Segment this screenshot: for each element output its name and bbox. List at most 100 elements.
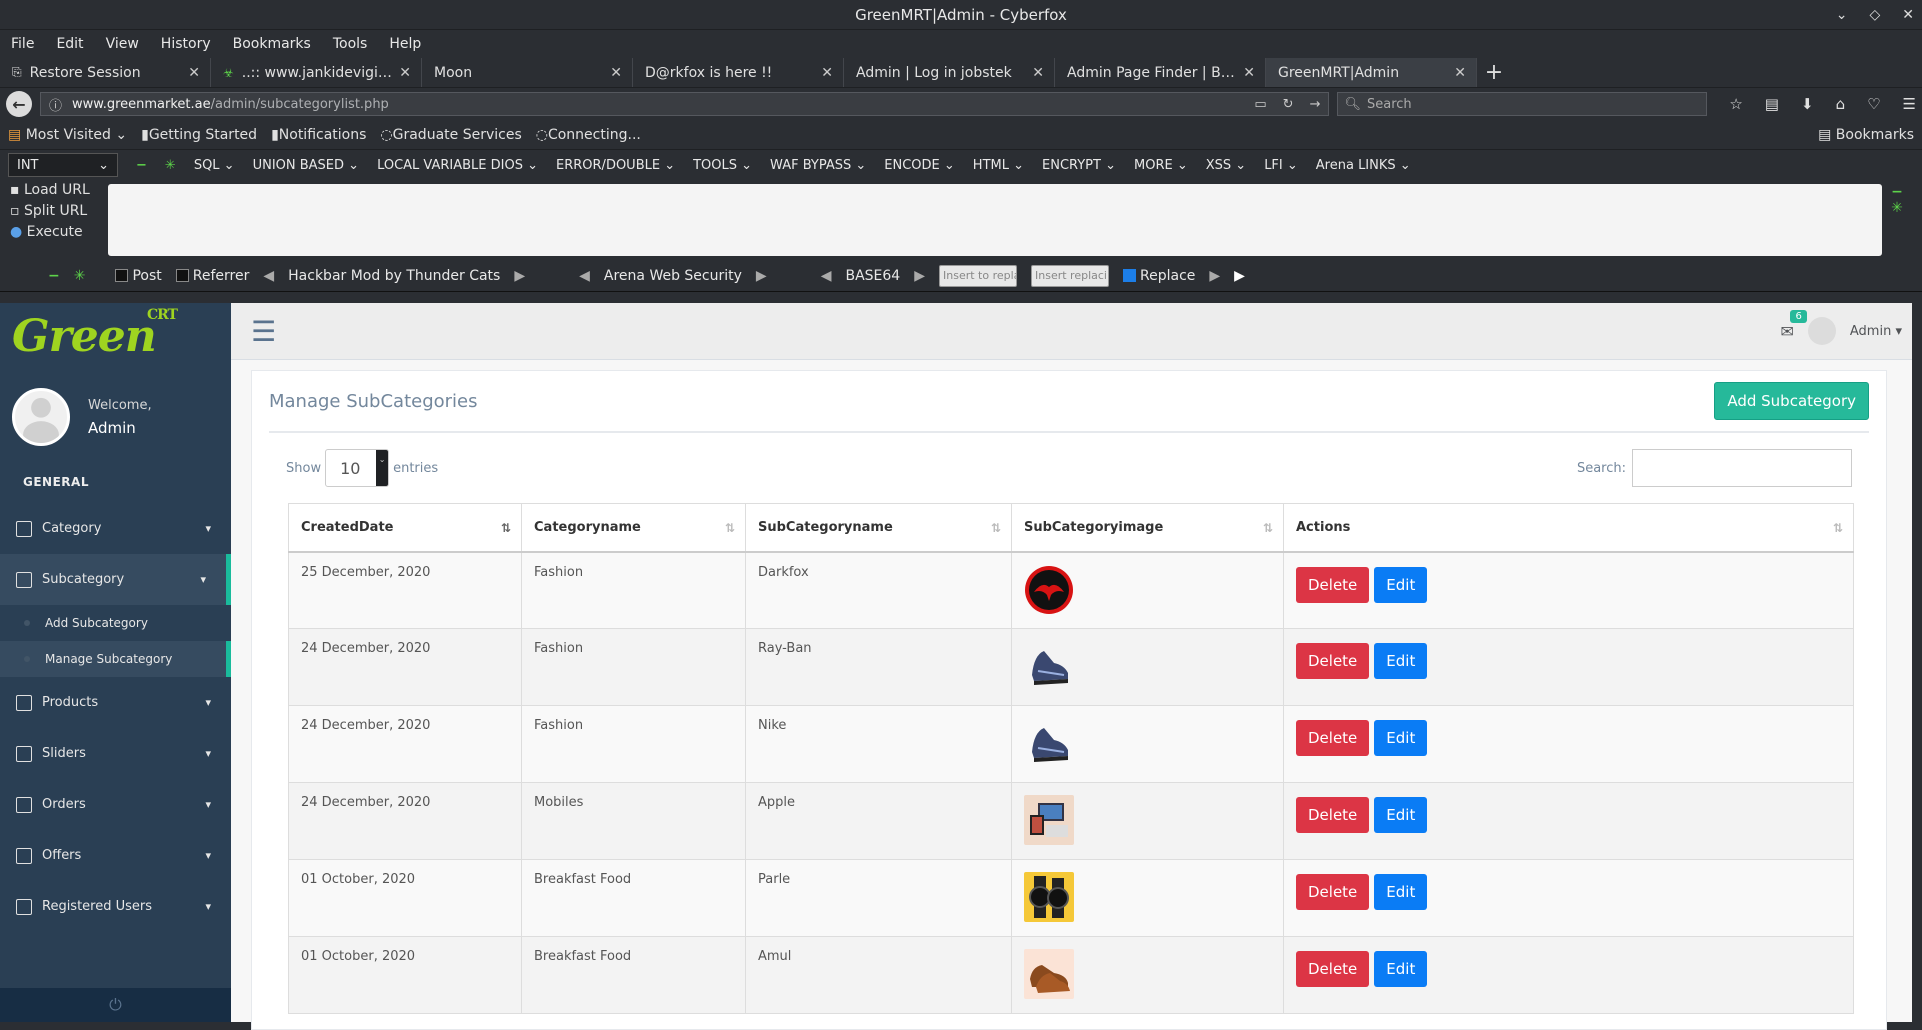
edit-button[interactable]: Edit [1374, 874, 1428, 910]
tab[interactable]: ☣..:: www.jankidevigirlsc...✕ [211, 58, 422, 87]
sidebar-subitem-add-subcategory[interactable]: Add Subcategory [0, 605, 231, 641]
url-bar[interactable]: ⓘ www.greenmarket.ae/admin/subcategoryli… [39, 92, 1330, 116]
pocket-icon[interactable]: ♡ [1867, 95, 1880, 113]
header-actions[interactable]: Actions ⇅ [1283, 503, 1854, 553]
tab[interactable]: D@rkfox is here !! ✕ [633, 58, 844, 87]
go-icon[interactable]: → [1310, 97, 1321, 112]
load-url-button[interactable]: ▪ Load URL [10, 182, 98, 198]
scrollbar[interactable] [1912, 303, 1922, 1022]
edit-button[interactable]: Edit [1374, 720, 1428, 756]
bookmarks-menu[interactable]: ▤ Bookmarks [1818, 127, 1914, 143]
menu-tools[interactable]: Tools [322, 36, 379, 52]
bookmark-connecting[interactable]: ◌Connecting... [536, 127, 641, 143]
close-tab-icon[interactable]: ✕ [610, 65, 622, 81]
sidebar-item-sliders[interactable]: Sliders ▾ [0, 728, 231, 779]
delete-button[interactable]: Delete [1296, 797, 1370, 833]
tab[interactable]: Admin Page Finder | By: S...✕ [1055, 58, 1266, 87]
user-menu[interactable]: Admin ▾ [1850, 324, 1902, 339]
menu-view[interactable]: View [95, 36, 150, 52]
hackbar-menu-error[interactable]: ERROR/DOUBLE ⌄ [556, 158, 675, 173]
sidebar-item-products[interactable]: Products ▾ [0, 677, 231, 728]
menu-bookmarks[interactable]: Bookmarks [222, 36, 322, 52]
table-search-input[interactable] [1632, 449, 1852, 487]
sidebar-item-subcategory[interactable]: Subcategory ▾ [0, 554, 231, 605]
delete-button[interactable]: Delete [1296, 643, 1370, 679]
header-categoryname[interactable]: Categoryname ⇅ [521, 503, 746, 553]
execute-button[interactable]: ● Execute [10, 224, 98, 240]
split-url-button[interactable]: ▫ Split URL [10, 203, 98, 219]
close-tab-icon[interactable]: ✕ [1032, 65, 1044, 81]
menu-edit[interactable]: Edit [45, 36, 94, 52]
hackbar-menu-tools[interactable]: TOOLS ⌄ [693, 158, 752, 173]
edit-button[interactable]: Edit [1374, 643, 1428, 679]
back-button[interactable]: ← [6, 91, 32, 117]
hackbar-menu-sql[interactable]: SQL ⌄ [194, 158, 235, 173]
increase-icon[interactable]: ✳ [74, 268, 86, 284]
delete-button[interactable]: Delete [1296, 951, 1370, 987]
close-icon[interactable]: ✕ [1902, 7, 1914, 23]
entries-select[interactable]: 10 ⌄ [325, 449, 390, 487]
replace-checkbox[interactable]: Replace [1123, 268, 1195, 284]
new-tab-button[interactable]: + [1477, 58, 1511, 87]
decrease-icon[interactable]: − [136, 158, 147, 173]
sidebar-item-offers[interactable]: Offers ▾ [0, 830, 231, 881]
star-icon[interactable]: ☆ [1729, 95, 1742, 113]
hackbar-type-select[interactable]: INT ⌄ [8, 153, 118, 177]
hackbar-url-textarea[interactable] [108, 184, 1882, 256]
hackbar-menu-xss[interactable]: XSS ⌄ [1206, 158, 1246, 173]
header-subcategoryname[interactable]: SubCategoryname ⇅ [745, 503, 1012, 553]
hackbar-menu-encrypt[interactable]: ENCRYPT ⌄ [1042, 158, 1116, 173]
base64-title[interactable]: BASE64 [845, 268, 900, 284]
delete-button[interactable]: Delete [1296, 874, 1370, 910]
hackbar-menu-dios[interactable]: LOCAL VARIABLE DIOS ⌄ [377, 158, 538, 173]
download-icon[interactable]: ⬇ [1801, 95, 1814, 113]
hackbar-menu-lfi[interactable]: LFI ⌄ [1264, 158, 1298, 173]
info-icon[interactable]: ⓘ [49, 95, 62, 114]
referrer-checkbox[interactable]: Referrer [175, 268, 249, 284]
insert-replacing-input[interactable]: Insert replacing [1031, 264, 1109, 287]
sidebar-item-category[interactable]: Category ▾ [0, 503, 231, 554]
search-bar[interactable]: 🔍︎ Search [1337, 92, 1708, 116]
close-tab-icon[interactable]: ✕ [1454, 65, 1466, 81]
collapse-icon[interactable]: − [1891, 184, 1903, 200]
bookmark-getting-started[interactable]: ▮Getting Started [141, 127, 257, 143]
sidebar-item-registered-users[interactable]: Registered Users ▾ [0, 881, 231, 932]
header-subcategoryimage[interactable]: SubCategoryimage ⇅ [1011, 503, 1284, 553]
menu-help[interactable]: Help [378, 36, 432, 52]
bookmark-most-visited[interactable]: ▤ Most Visited ⌄ [8, 127, 127, 143]
header-created-date[interactable]: CreatedDate ⇅ [288, 503, 522, 553]
post-checkbox[interactable]: Post [115, 268, 162, 284]
close-tab-icon[interactable]: ✕ [399, 65, 411, 81]
menu-file[interactable]: File [0, 36, 45, 52]
logout-button[interactable]: ⏻ [0, 988, 231, 1022]
add-subcategory-button[interactable]: Add Subcategory [1714, 382, 1869, 420]
hackbar-menu-union[interactable]: UNION BASED ⌄ [253, 158, 359, 173]
hamburger-menu-icon[interactable]: ☰ [1903, 95, 1916, 113]
edit-button[interactable]: Edit [1374, 951, 1428, 987]
minimize-icon[interactable]: ⌄ [1836, 7, 1848, 23]
menu-toggle-icon[interactable]: ☰ [251, 315, 276, 348]
reader-icon[interactable]: ▭ [1254, 97, 1266, 112]
decrease-icon[interactable]: − [48, 268, 60, 284]
sidebar-subitem-manage-subcategory[interactable]: Manage Subcategory [0, 641, 231, 677]
tab[interactable]: ⎘ Restore Session ✕ [0, 58, 211, 87]
delete-button[interactable]: Delete [1296, 566, 1370, 603]
reading-list-icon[interactable]: ▤ [1765, 95, 1779, 113]
expand-icon[interactable]: ✳ [1891, 200, 1903, 216]
messages-button[interactable]: ✉ 6 [1780, 309, 1807, 341]
edit-button[interactable]: Edit [1374, 797, 1428, 833]
tab[interactable]: Admin | Log in jobstek ✕ [844, 58, 1055, 87]
delete-button[interactable]: Delete [1296, 720, 1370, 756]
reload-icon[interactable]: ↻ [1283, 97, 1294, 112]
bookmark-notifications[interactable]: ▮Notifications [271, 127, 366, 143]
close-tab-icon[interactable]: ✕ [821, 65, 833, 81]
edit-button[interactable]: Edit [1374, 566, 1428, 603]
insert-to-replace-input[interactable]: Insert to replac [939, 264, 1017, 287]
hackbar-menu-waf[interactable]: WAF BYPASS ⌄ [770, 158, 866, 173]
bookmark-graduate-services[interactable]: ◌Graduate Services [380, 127, 521, 143]
menu-history[interactable]: History [150, 36, 222, 52]
hackbar-menu-more[interactable]: MORE ⌄ [1134, 158, 1188, 173]
hackbar-menu-html[interactable]: HTML ⌄ [973, 158, 1024, 173]
tab[interactable]: Moon ✕ [422, 58, 633, 87]
close-tab-icon[interactable]: ✕ [188, 65, 200, 81]
